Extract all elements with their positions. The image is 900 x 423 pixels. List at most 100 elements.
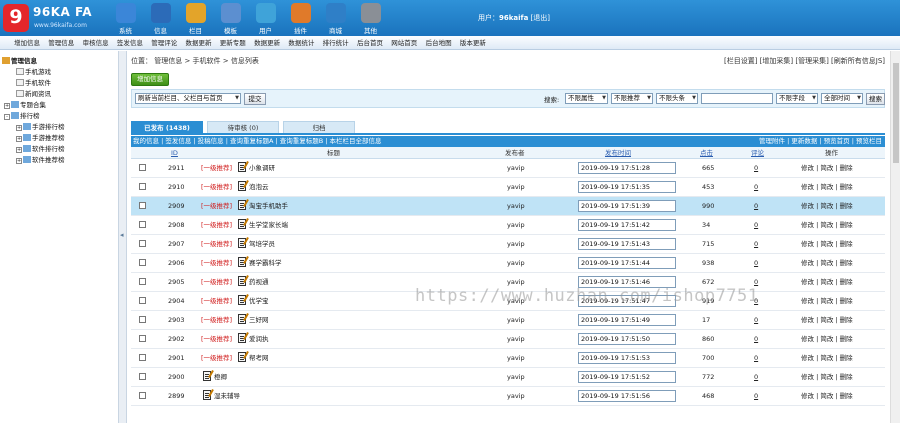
topnav-item[interactable]: 商城: [318, 1, 353, 35]
table-row[interactable]: 2910 [一级推荐] 泡泡云 yavip 2019-09-19 17:51:35 453…: [131, 178, 885, 197]
refresh-select[interactable]: 刷新当前栏目、父栏目与首页: [135, 93, 241, 104]
row-time-field[interactable]: 2019-09-19 17:51:52: [578, 371, 676, 383]
row-actions[interactable]: 修改 | 简改 | 删除: [801, 387, 853, 406]
logout-link[interactable]: [退出]: [531, 14, 550, 22]
menu-link[interactable]: 签发信息: [117, 36, 143, 49]
row-comments[interactable]: 0: [754, 216, 758, 235]
edit-doc-icon[interactable]: [238, 238, 246, 248]
row-time-field[interactable]: 2019-09-19 17:51:39: [578, 200, 676, 212]
row-title[interactable]: 湿未辅导: [214, 387, 240, 406]
expand-icon[interactable]: +: [4, 103, 10, 109]
menu-link[interactable]: 后台地图: [426, 36, 452, 49]
collapse-icon[interactable]: -: [4, 114, 10, 120]
tree-item[interactable]: + 软件排行榜: [16, 145, 65, 154]
row-time-field[interactable]: 2019-09-19 17:51:42: [578, 219, 676, 231]
row-comments[interactable]: 0: [754, 235, 758, 254]
edit-doc-icon[interactable]: [238, 314, 246, 324]
tab-pending[interactable]: 待审核 (0): [207, 121, 279, 133]
expand-icon[interactable]: +: [16, 136, 22, 142]
headline-select[interactable]: 不限头条: [656, 93, 698, 104]
submit-button[interactable]: 提交: [244, 93, 266, 105]
expand-icon[interactable]: +: [16, 147, 22, 153]
row-checkbox[interactable]: [139, 297, 146, 304]
edit-doc-icon[interactable]: [203, 371, 211, 381]
attr-select[interactable]: 不限属性: [565, 93, 608, 104]
time-select[interactable]: 全部时间: [821, 93, 863, 104]
edit-doc-icon[interactable]: [238, 276, 246, 286]
edit-doc-icon[interactable]: [203, 390, 211, 400]
tree-item[interactable]: + 手游排行榜: [16, 123, 65, 132]
row-time-field[interactable]: 2019-09-19 17:51:49: [578, 314, 676, 326]
row-actions[interactable]: 修改 | 简改 | 删除: [801, 216, 853, 235]
row-title[interactable]: 泡泡云: [249, 178, 269, 197]
vertical-scrollbar[interactable]: [890, 51, 900, 423]
row-title[interactable]: 小象调研: [249, 159, 275, 178]
topnav-item[interactable]: 系统: [108, 1, 143, 35]
table-row[interactable]: 2907 [一级推荐] 驾培学员 yavip 2019-09-19 17:51:43 71…: [131, 235, 885, 254]
menu-link[interactable]: 版本更新: [460, 36, 486, 49]
topnav-item[interactable]: 其他: [353, 1, 388, 35]
row-checkbox[interactable]: [139, 259, 146, 266]
row-checkbox[interactable]: [139, 278, 146, 285]
table-row[interactable]: 2906 [一级推荐] 赛学霸科学 yavip 2019-09-19 17:51:44 9…: [131, 254, 885, 273]
tree-item[interactable]: + 手游推荐榜: [16, 134, 65, 143]
table-row[interactable]: 2908 [一级推荐] 生学堂家长端 yavip 2019-09-19 17:51:42…: [131, 216, 885, 235]
row-time-field[interactable]: 2019-09-19 17:51:44: [578, 257, 676, 269]
edit-doc-icon[interactable]: [238, 162, 246, 172]
row-comments[interactable]: 0: [754, 368, 758, 387]
row-title[interactable]: 爱润执: [249, 330, 269, 349]
row-actions[interactable]: 修改 | 简改 | 删除: [801, 330, 853, 349]
search-input[interactable]: [701, 93, 773, 104]
table-row[interactable]: 2909 [一级推荐] 淘宝手机助手 yavip 2019-09-19 17:51:39…: [131, 197, 885, 216]
row-actions[interactable]: 修改 | 简改 | 删除: [801, 235, 853, 254]
row-checkbox[interactable]: [139, 335, 146, 342]
row-actions[interactable]: 修改 | 简改 | 删除: [801, 349, 853, 368]
collapse-arrow-icon[interactable]: ◂: [120, 231, 124, 239]
row-actions[interactable]: 修改 | 简改 | 删除: [801, 311, 853, 330]
tree-item[interactable]: - 排行榜: [4, 112, 40, 121]
row-checkbox[interactable]: [139, 316, 146, 323]
col-time[interactable]: 发布时间: [605, 147, 631, 159]
row-title[interactable]: 优学宝: [249, 292, 269, 311]
row-title[interactable]: 三好网: [249, 311, 269, 330]
col-hits[interactable]: 点击: [700, 147, 713, 159]
edit-doc-icon[interactable]: [238, 257, 246, 267]
row-checkbox[interactable]: [139, 240, 146, 247]
tree-root[interactable]: 管理信息: [2, 57, 37, 66]
row-title[interactable]: 淘宝手机助手: [249, 197, 288, 216]
row-actions[interactable]: 修改 | 简改 | 删除: [801, 368, 853, 387]
logo[interactable]: 9 96KA FA www.96kaifa.com: [3, 2, 103, 34]
table-row[interactable]: 2903 [一级推荐] 三好网 yavip 2019-09-19 17:51:49 17 0…: [131, 311, 885, 330]
row-time-field[interactable]: 2019-09-19 17:51:43: [578, 238, 676, 250]
row-title[interactable]: 赛学霸科学: [249, 254, 282, 273]
row-checkbox[interactable]: [139, 164, 146, 171]
col-id[interactable]: ID: [171, 147, 178, 159]
field-select[interactable]: 不限字段: [776, 93, 818, 104]
tree-item[interactable]: 新闻资讯: [16, 90, 51, 99]
row-actions[interactable]: 修改 | 简改 | 删除: [801, 273, 853, 292]
menu-link[interactable]: 管理信息: [48, 36, 74, 49]
tree-item[interactable]: 手机软件: [16, 79, 51, 88]
info-filter-links[interactable]: 我的信息 | 签发信息 | 投稿信息 | 查询重复标题A | 查询重复标题B |…: [133, 136, 382, 147]
row-checkbox[interactable]: [139, 392, 146, 399]
edit-doc-icon[interactable]: [238, 295, 246, 305]
menu-link[interactable]: 数据更新: [254, 36, 280, 49]
row-time-field[interactable]: 2019-09-19 17:51:50: [578, 333, 676, 345]
row-comments[interactable]: 0: [754, 178, 758, 197]
table-row[interactable]: 2902 [一级推荐] 爱润执 yavip 2019-09-19 17:51:50 860…: [131, 330, 885, 349]
row-checkbox[interactable]: [139, 221, 146, 228]
edit-doc-icon[interactable]: [238, 181, 246, 191]
scroll-thumb[interactable]: [893, 63, 899, 163]
sidebar-splitter[interactable]: ◂: [118, 51, 127, 423]
topnav-item[interactable]: 栏目: [178, 1, 213, 35]
edit-doc-icon[interactable]: [238, 200, 246, 210]
row-comments[interactable]: 0: [754, 330, 758, 349]
menu-link[interactable]: 数据统计: [288, 36, 314, 49]
row-time-field[interactable]: 2019-09-19 17:51:56: [578, 390, 676, 402]
table-row[interactable]: 2900 橙卿 yavip 2019-09-19 17:51:52 772 0 修改 | 简…: [131, 368, 885, 387]
expand-icon[interactable]: +: [16, 158, 22, 164]
row-comments[interactable]: 0: [754, 197, 758, 216]
recommend-select[interactable]: 不限推荐: [611, 93, 653, 104]
menu-link[interactable]: 数据更新: [185, 36, 211, 49]
tree-item[interactable]: + 专题合集: [4, 101, 46, 110]
